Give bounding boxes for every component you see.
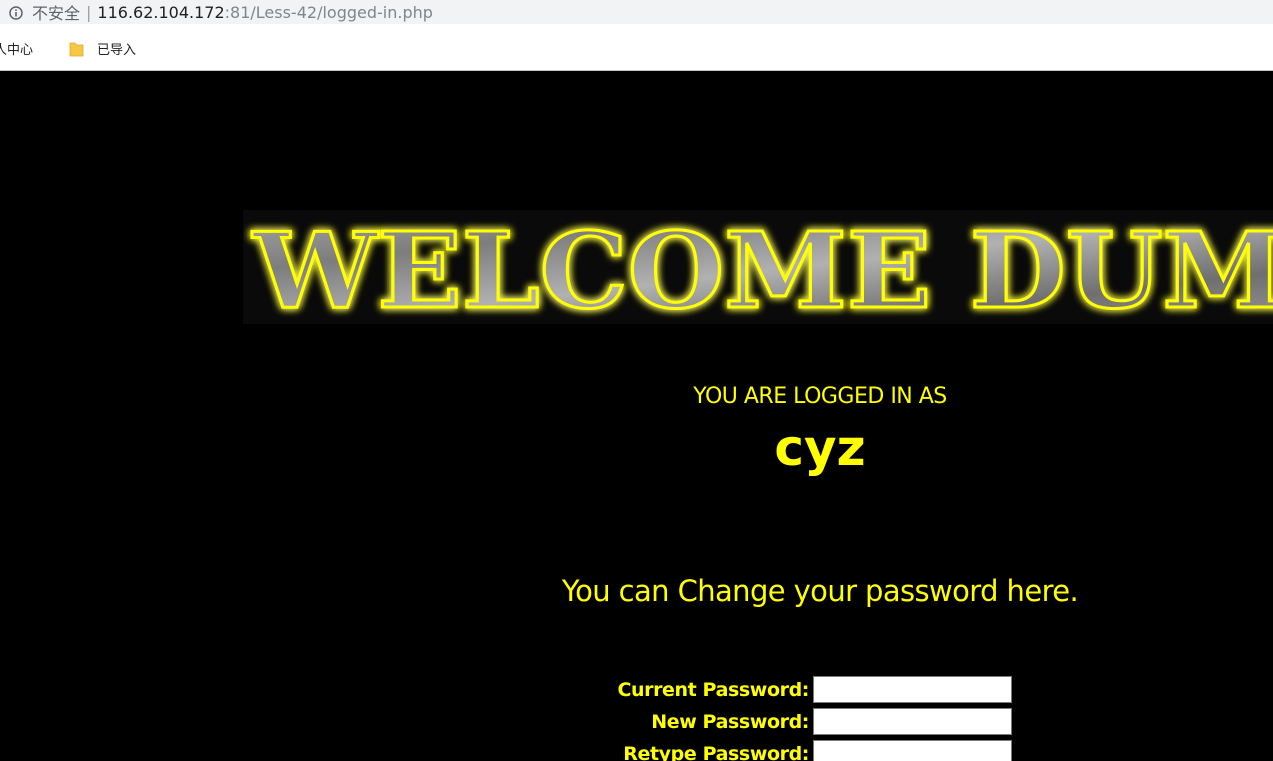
bookmark-item[interactable]: 人中心 — [0, 39, 33, 58]
change-password-text: You can Change your password here. — [561, 574, 1079, 608]
bookmark-folder[interactable]: 已导入 — [69, 39, 136, 58]
retype-password-label: Retype Password: — [623, 743, 809, 761]
current-password-input[interactable] — [813, 676, 1012, 703]
current-password-label: Current Password: — [617, 679, 809, 701]
banner-text: WELCOME DUM — [252, 210, 1273, 324]
page-content: WELCOME DUM YOU ARE LOGGED IN AS cyz You… — [0, 71, 1273, 761]
folder-icon — [69, 41, 84, 57]
bookmarks-bar: 人中心 已导入 — [0, 24, 1273, 71]
address-bar[interactable]: 不安全 | 116.62.104.172:81/Less-42/logged-i… — [0, 0, 1273, 24]
new-password-row: New Password: — [0, 708, 1273, 737]
retype-password-row: Retype Password: — [0, 740, 1273, 761]
new-password-label: New Password: — [651, 711, 809, 733]
security-label[interactable]: 不安全 — [32, 0, 80, 24]
url-path[interactable]: :81/Less-42/logged-in.php — [225, 3, 433, 22]
bookmark-label: 已导入 — [97, 43, 137, 58]
url-separator: | — [86, 2, 92, 22]
bookmark-label: 人中心 — [0, 43, 34, 58]
logged-in-label: YOU ARE LOGGED IN AS — [693, 384, 947, 409]
username: cyz — [774, 419, 866, 477]
info-icon[interactable] — [9, 5, 23, 20]
url-host[interactable]: 116.62.104.172 — [97, 3, 224, 22]
current-password-row: Current Password: — [0, 676, 1273, 705]
new-password-input[interactable] — [813, 708, 1012, 735]
welcome-banner-image: WELCOME DUM — [243, 210, 1273, 324]
retype-password-input[interactable] — [813, 740, 1012, 761]
